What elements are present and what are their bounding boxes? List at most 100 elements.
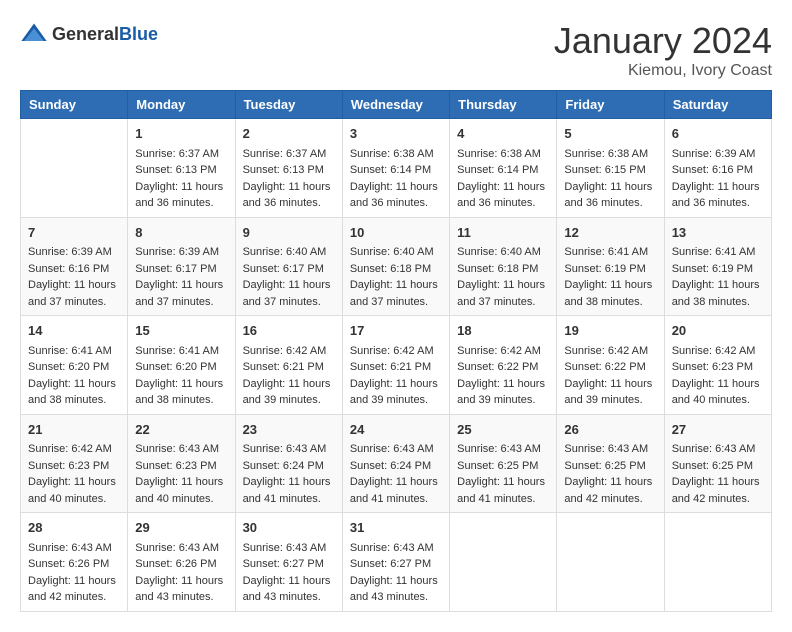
day-number: 24 xyxy=(350,420,442,440)
sunrise-time: Sunrise: 6:41 AM xyxy=(672,244,764,261)
sunrise-time: Sunrise: 6:43 AM xyxy=(28,540,120,557)
day-number: 11 xyxy=(457,223,549,243)
calendar-cell: 6Sunrise: 6:39 AMSunset: 6:16 PMDaylight… xyxy=(664,119,771,218)
sunset-time: Sunset: 6:20 PM xyxy=(135,359,227,376)
sunrise-time: Sunrise: 6:43 AM xyxy=(457,441,549,458)
day-number: 3 xyxy=(350,124,442,144)
daylight-hours: Daylight: 11 hours and 39 minutes. xyxy=(350,376,442,409)
day-number: 10 xyxy=(350,223,442,243)
sunset-time: Sunset: 6:15 PM xyxy=(564,162,656,179)
day-number: 15 xyxy=(135,321,227,341)
daylight-hours: Daylight: 11 hours and 37 minutes. xyxy=(350,277,442,310)
sunset-time: Sunset: 6:14 PM xyxy=(350,162,442,179)
sunrise-time: Sunrise: 6:42 AM xyxy=(672,343,764,360)
daylight-hours: Daylight: 11 hours and 43 minutes. xyxy=(243,573,335,606)
calendar-cell: 2Sunrise: 6:37 AMSunset: 6:13 PMDaylight… xyxy=(235,119,342,218)
sunrise-time: Sunrise: 6:43 AM xyxy=(135,441,227,458)
sunrise-time: Sunrise: 6:42 AM xyxy=(564,343,656,360)
calendar-header-friday: Friday xyxy=(557,91,664,119)
calendar-table: SundayMondayTuesdayWednesdayThursdayFrid… xyxy=(20,90,772,612)
daylight-hours: Daylight: 11 hours and 40 minutes. xyxy=(135,474,227,507)
calendar-cell: 11Sunrise: 6:40 AMSunset: 6:18 PMDayligh… xyxy=(450,217,557,316)
calendar-cell: 25Sunrise: 6:43 AMSunset: 6:25 PMDayligh… xyxy=(450,414,557,513)
day-number: 8 xyxy=(135,223,227,243)
sunrise-time: Sunrise: 6:42 AM xyxy=(350,343,442,360)
sunrise-time: Sunrise: 6:43 AM xyxy=(243,540,335,557)
sunrise-time: Sunrise: 6:41 AM xyxy=(28,343,120,360)
day-number: 1 xyxy=(135,124,227,144)
sunset-time: Sunset: 6:26 PM xyxy=(28,556,120,573)
day-number: 7 xyxy=(28,223,120,243)
sunset-time: Sunset: 6:18 PM xyxy=(457,261,549,278)
day-number: 25 xyxy=(457,420,549,440)
calendar-cell xyxy=(450,513,557,612)
sunset-time: Sunset: 6:21 PM xyxy=(243,359,335,376)
sunrise-time: Sunrise: 6:40 AM xyxy=(350,244,442,261)
day-number: 13 xyxy=(672,223,764,243)
daylight-hours: Daylight: 11 hours and 39 minutes. xyxy=(564,376,656,409)
day-number: 4 xyxy=(457,124,549,144)
calendar-cell: 1Sunrise: 6:37 AMSunset: 6:13 PMDaylight… xyxy=(128,119,235,218)
day-number: 17 xyxy=(350,321,442,341)
calendar-cell: 5Sunrise: 6:38 AMSunset: 6:15 PMDaylight… xyxy=(557,119,664,218)
calendar-cell: 29Sunrise: 6:43 AMSunset: 6:26 PMDayligh… xyxy=(128,513,235,612)
day-number: 12 xyxy=(564,223,656,243)
calendar-cell: 28Sunrise: 6:43 AMSunset: 6:26 PMDayligh… xyxy=(21,513,128,612)
sunrise-time: Sunrise: 6:41 AM xyxy=(564,244,656,261)
day-number: 28 xyxy=(28,518,120,538)
sunset-time: Sunset: 6:20 PM xyxy=(28,359,120,376)
calendar-header-wednesday: Wednesday xyxy=(342,91,449,119)
sunset-time: Sunset: 6:18 PM xyxy=(350,261,442,278)
daylight-hours: Daylight: 11 hours and 36 minutes. xyxy=(457,179,549,212)
sunset-time: Sunset: 6:21 PM xyxy=(350,359,442,376)
week-row-3: 14Sunrise: 6:41 AMSunset: 6:20 PMDayligh… xyxy=(21,316,772,415)
daylight-hours: Daylight: 11 hours and 38 minutes. xyxy=(564,277,656,310)
calendar-cell: 15 Sunrise: 6:41 AMSunset: 6:20 PMDayligh… xyxy=(128,316,235,415)
location-title: Kiemou, Ivory Coast xyxy=(554,62,772,80)
daylight-hours: Daylight: 11 hours and 36 minutes. xyxy=(564,179,656,212)
calendar-cell: 14Sunrise: 6:41 AMSunset: 6:20 PMDayligh… xyxy=(21,316,128,415)
sunset-time: Sunset: 6:17 PM xyxy=(135,261,227,278)
sunset-time: Sunset: 6:24 PM xyxy=(350,458,442,475)
logo: GeneralBlue xyxy=(20,20,158,48)
sunset-time: Sunset: 6:23 PM xyxy=(28,458,120,475)
logo-general: General xyxy=(52,24,119,44)
day-number: 2 xyxy=(243,124,335,144)
daylight-hours: Daylight: 11 hours and 42 minutes. xyxy=(564,474,656,507)
calendar-cell: 24Sunrise: 6:43 AMSunset: 6:24 PMDayligh… xyxy=(342,414,449,513)
sunrise-time: Sunrise: 6:37 AM xyxy=(243,146,335,163)
daylight-hours: Daylight: 11 hours and 38 minutes. xyxy=(135,376,227,409)
sunrise-time: Sunrise: 6:38 AM xyxy=(564,146,656,163)
title-block: January 2024 Kiemou, Ivory Coast xyxy=(554,20,772,80)
calendar-cell: 22Sunrise: 6:43 AMSunset: 6:23 PMDayligh… xyxy=(128,414,235,513)
sunset-time: Sunset: 6:25 PM xyxy=(564,458,656,475)
daylight-hours: Daylight: 11 hours and 39 minutes. xyxy=(457,376,549,409)
day-number: 19 xyxy=(564,321,656,341)
sunrise-time: Sunrise: 6:41 AM xyxy=(135,343,227,360)
week-row-5: 28Sunrise: 6:43 AMSunset: 6:26 PMDayligh… xyxy=(21,513,772,612)
daylight-hours: Daylight: 11 hours and 43 minutes. xyxy=(350,573,442,606)
day-number: 23 xyxy=(243,420,335,440)
sunrise-time: Sunrise: 6:42 AM xyxy=(243,343,335,360)
daylight-hours: Daylight: 11 hours and 36 minutes. xyxy=(243,179,335,212)
sunrise-time: Sunrise: 6:38 AM xyxy=(457,146,549,163)
sunset-time: Sunset: 6:19 PM xyxy=(672,261,764,278)
sunset-time: Sunset: 6:25 PM xyxy=(672,458,764,475)
sunrise-time: Sunrise: 6:38 AM xyxy=(350,146,442,163)
calendar-header-row: SundayMondayTuesdayWednesdayThursdayFrid… xyxy=(21,91,772,119)
calendar-cell: 8Sunrise: 6:39 AMSunset: 6:17 PMDaylight… xyxy=(128,217,235,316)
week-row-2: 7Sunrise: 6:39 AMSunset: 6:16 PMDaylight… xyxy=(21,217,772,316)
sunset-time: Sunset: 6:23 PM xyxy=(672,359,764,376)
day-number: 16 xyxy=(243,321,335,341)
sunrise-time: Sunrise: 6:43 AM xyxy=(350,441,442,458)
calendar-header-saturday: Saturday xyxy=(664,91,771,119)
day-number: 14 xyxy=(28,321,120,341)
calendar-cell: 16Sunrise: 6:42 AMSunset: 6:21 PMDayligh… xyxy=(235,316,342,415)
sunset-time: Sunset: 6:23 PM xyxy=(135,458,227,475)
daylight-hours: Daylight: 11 hours and 36 minutes. xyxy=(135,179,227,212)
sunset-time: Sunset: 6:19 PM xyxy=(564,261,656,278)
month-title: January 2024 xyxy=(554,20,772,62)
daylight-hours: Daylight: 11 hours and 41 minutes. xyxy=(350,474,442,507)
logo-blue: Blue xyxy=(119,24,158,44)
calendar-cell xyxy=(557,513,664,612)
